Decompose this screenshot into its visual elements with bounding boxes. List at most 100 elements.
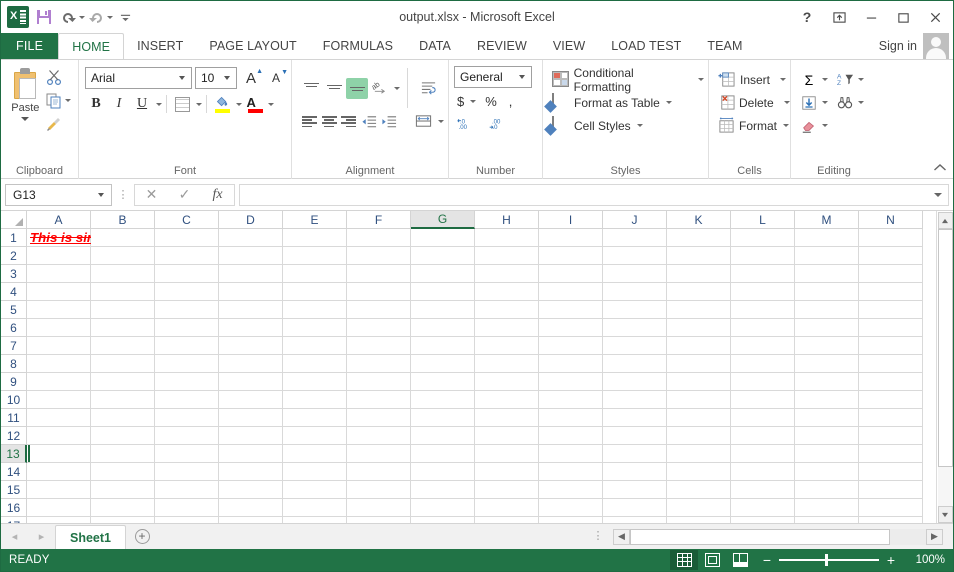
insert-dropdown-caret[interactable] (780, 78, 786, 81)
font-name-caret[interactable] (179, 76, 185, 80)
cell-M4[interactable] (795, 283, 859, 301)
format-as-table-caret[interactable] (665, 101, 672, 104)
cell-L11[interactable] (731, 409, 795, 427)
cell-C10[interactable] (155, 391, 219, 409)
cell-I4[interactable] (539, 283, 603, 301)
cell-H13[interactable] (475, 445, 539, 463)
formula-input[interactable] (239, 183, 949, 206)
cell-K2[interactable] (667, 247, 731, 265)
cell-I9[interactable] (539, 373, 603, 391)
font-color-dropdown-caret[interactable] (268, 102, 274, 106)
cell-G10[interactable] (411, 391, 475, 409)
cell-J9[interactable] (603, 373, 667, 391)
cell-K17[interactable] (667, 517, 731, 523)
normal-view-button[interactable] (670, 550, 698, 570)
cell-N1[interactable] (859, 229, 923, 247)
scroll-down-button[interactable] (937, 506, 953, 523)
cell-L2[interactable] (731, 247, 795, 265)
cell-N11[interactable] (859, 409, 923, 427)
horizontal-scrollbar[interactable]: ◀ ▶ (613, 528, 943, 545)
cell-J3[interactable] (603, 265, 667, 283)
column-header-A[interactable]: A (27, 211, 91, 229)
cell-E3[interactable] (283, 265, 347, 283)
cell-F16[interactable] (347, 499, 411, 517)
cell-L7[interactable] (731, 337, 795, 355)
cell-H9[interactable] (475, 373, 539, 391)
ribbon-display-options-icon[interactable] (823, 4, 855, 30)
format-painter-button[interactable] (46, 113, 63, 134)
tab-insert[interactable]: INSERT (124, 33, 196, 59)
cell-N8[interactable] (859, 355, 923, 373)
cell-J6[interactable] (603, 319, 667, 337)
insert-cells-button[interactable]: Insert (713, 68, 786, 91)
row-header-8[interactable]: 8 (1, 355, 27, 373)
paste-dropdown-caret[interactable] (21, 117, 30, 121)
cell-C16[interactable] (155, 499, 219, 517)
redo-icon[interactable] (87, 5, 113, 29)
cell-E1[interactable] (283, 229, 347, 247)
cell-L12[interactable] (731, 427, 795, 445)
format-cells-button[interactable]: Format (713, 114, 790, 137)
paste-button[interactable]: Paste (5, 65, 46, 163)
cell-E13[interactable] (283, 445, 347, 463)
cell-K10[interactable] (667, 391, 731, 409)
cell-A17[interactable] (27, 517, 91, 523)
horizontal-scroll-thumb[interactable] (630, 528, 891, 545)
cell-M3[interactable] (795, 265, 859, 283)
top-align-button[interactable] (300, 78, 322, 99)
cell-N7[interactable] (859, 337, 923, 355)
cell-K5[interactable] (667, 301, 731, 319)
merge-center-dropdown-caret[interactable] (437, 120, 444, 123)
cell-H3[interactable] (475, 265, 539, 283)
cell-F9[interactable] (347, 373, 411, 391)
cell-L10[interactable] (731, 391, 795, 409)
accounting-format-button[interactable]: $ (454, 91, 467, 112)
cell-G16[interactable] (411, 499, 475, 517)
cell-I13[interactable] (539, 445, 603, 463)
cell-F8[interactable] (347, 355, 411, 373)
column-header-J[interactable]: J (603, 211, 667, 229)
bottom-align-button[interactable] (346, 77, 368, 99)
cell-D4[interactable] (219, 283, 283, 301)
cell-G6[interactable] (411, 319, 475, 337)
cell-D2[interactable] (219, 247, 283, 265)
cell-B5[interactable] (91, 301, 155, 319)
fill-color-button[interactable] (211, 93, 233, 115)
sort-filter-button[interactable]: AZ (836, 71, 854, 89)
tab-file[interactable]: FILE (1, 33, 59, 59)
cell-N4[interactable] (859, 283, 923, 301)
cell-A14[interactable] (27, 463, 91, 481)
cell-E14[interactable] (283, 463, 347, 481)
row-header-7[interactable]: 7 (1, 337, 27, 355)
cell-M2[interactable] (795, 247, 859, 265)
tab-data[interactable]: DATA (406, 33, 464, 59)
cell-B14[interactable] (91, 463, 155, 481)
cell-I1[interactable] (539, 229, 603, 247)
cell-K6[interactable] (667, 319, 731, 337)
insert-function-button[interactable]: fx (201, 185, 234, 205)
cell-H5[interactable] (475, 301, 539, 319)
copy-dropdown-caret[interactable] (64, 99, 71, 102)
borders-dropdown-caret[interactable] (196, 102, 202, 106)
row-header-2[interactable]: 2 (1, 247, 27, 265)
cell-M13[interactable] (795, 445, 859, 463)
cell-J14[interactable] (603, 463, 667, 481)
cell-B9[interactable] (91, 373, 155, 391)
cell-J16[interactable] (603, 499, 667, 517)
cell-M15[interactable] (795, 481, 859, 499)
cell-L3[interactable] (731, 265, 795, 283)
cell-D5[interactable] (219, 301, 283, 319)
vertical-scroll-thumb[interactable] (937, 229, 953, 468)
cell-G7[interactable] (411, 337, 475, 355)
cut-button[interactable] (46, 67, 63, 88)
row-header-11[interactable]: 11 (1, 409, 27, 427)
cell-K3[interactable] (667, 265, 731, 283)
cell-A11[interactable] (27, 409, 91, 427)
cell-F11[interactable] (347, 409, 411, 427)
cell-A6[interactable] (27, 319, 91, 337)
cell-H4[interactable] (475, 283, 539, 301)
help-icon[interactable]: ? (791, 4, 823, 30)
fill-color-dropdown-caret[interactable] (236, 102, 242, 106)
bold-button[interactable]: B (85, 93, 107, 115)
row-header-4[interactable]: 4 (1, 283, 27, 301)
